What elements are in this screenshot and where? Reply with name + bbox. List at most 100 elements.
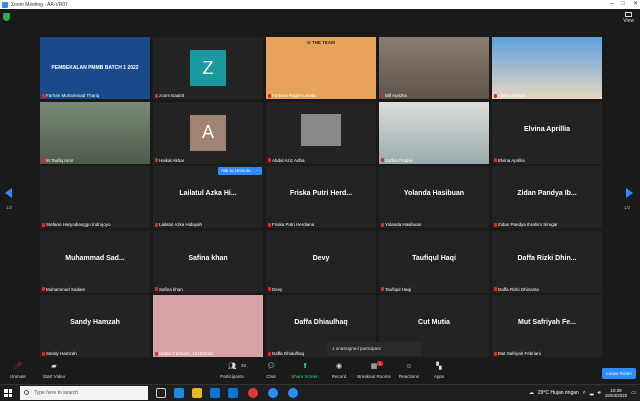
participant-name-text: Stefano Haryodianggo Indrojoyo <box>46 222 111 227</box>
mic-muted-icon <box>381 93 384 98</box>
participant-name-label: Bill Aurizka <box>381 93 407 98</box>
participant-display-name: Daffa Rizki Dhin... <box>517 254 577 262</box>
chrome-icon[interactable] <box>248 388 258 398</box>
participant-tile[interactable]: Stefano Haryodianggo Indrojoyo <box>40 166 150 228</box>
mail-icon[interactable] <box>228 388 238 398</box>
breakout-badge: 1 <box>377 361 383 366</box>
microphone-muted-icon: 🎤︎ <box>13 363 23 370</box>
participant-name-text: Lailatul Azka Hidayah <box>159 222 203 227</box>
taskbar-search-input[interactable]: Type here to search <box>20 386 148 400</box>
participant-tile[interactable]: Friska Putri Herd... Friska Putri Herdian… <box>266 166 376 228</box>
participant-name-text: Haikal Akbar <box>159 157 185 163</box>
start-video-button[interactable]: ▰ Start Video <box>36 363 72 379</box>
network-icon[interactable]: ▂ <box>590 390 594 396</box>
participants-button[interactable]: 👥︎ 32 Participants <box>214 363 250 379</box>
maximize-icon[interactable]: □ <box>621 0 625 9</box>
record-button[interactable]: ◉ Record <box>321 363 357 379</box>
grid-icon <box>625 12 633 17</box>
mic-muted-icon <box>42 351 45 356</box>
participant-name-label: Nabila Farhana_1211001D <box>155 351 213 356</box>
participant-tile[interactable]: Sandy Hamzah Sandy Hamzah <box>40 295 150 357</box>
search-icon <box>24 390 29 395</box>
ask-to-unmute-button[interactable]: Ask to Unmute <box>218 167 254 175</box>
weather-text[interactable]: 29°C Hujan ringan <box>538 390 579 396</box>
participant-tile[interactable]: Elvina Aprillia Elvina Aprillia <box>492 101 602 164</box>
participant-name-label: Taufiqul Haqi <box>381 287 411 292</box>
apps-button[interactable]: ▚ Apps <box>421 363 457 379</box>
participant-tile[interactable]: Safina khan Safina khan <box>153 230 263 293</box>
participant-tile[interactable]: Devy Devy <box>266 230 376 293</box>
participant-tile[interactable]: Jazkia Pratiwi <box>379 101 489 164</box>
participant-name-text: Fortuna Ragil Kumala <box>272 93 316 98</box>
participant-display-name: Devy <box>312 254 330 262</box>
meeting-toolbar: 🎤︎ Unmute ▰ Start Video 👥︎ 32 Participant… <box>0 360 640 384</box>
participant-tile[interactable]: Daffa Rizki Dhin... Daffa Rizki Dhinanta <box>492 230 602 293</box>
participant-name-label: Daffa Rizki Dhinanta <box>494 287 539 292</box>
window-title: Zoom Meeting - AA-VR07 <box>11 1 68 8</box>
participant-name-text: Mut Safriyah Febriani <box>498 351 541 356</box>
participant-name-label: Devy <box>268 287 282 292</box>
leave-room-button[interactable]: Leave Room <box>602 368 636 379</box>
unmute-button[interactable]: 🎤︎ Unmute <box>0 363 36 379</box>
participant-tile[interactable]: PEMBEKALAN PMMB BATCH 1 2022 Farhan Muham… <box>40 37 150 99</box>
participant-video <box>379 37 489 99</box>
taskbar-clock[interactable]: 10:38 15/03/2022 <box>605 388 628 398</box>
mic-muted-icon <box>155 158 158 162</box>
close-icon[interactable]: ✕ <box>633 0 638 9</box>
windows-start-icon[interactable] <box>4 389 12 397</box>
more-options-button[interactable]: ... <box>254 167 262 175</box>
participant-tile[interactable]: Taufiqul Haqi Taufiqul Haqi <box>379 230 489 293</box>
participant-tile[interactable]: Nabila Farhana_1211001D <box>153 295 263 357</box>
participant-tile[interactable]: A Haikal Akbar <box>153 101 263 164</box>
zoom-app-icon <box>2 1 8 8</box>
notification-icon[interactable]: ▭ <box>631 390 636 396</box>
participant-tile[interactable]: Lailatul Azka Hi... Lailatul Azka Hidayah <box>153 166 263 228</box>
task-view-icon[interactable] <box>156 388 166 398</box>
apps-label: Apps <box>433 374 445 379</box>
view-button[interactable]: View <box>623 12 634 24</box>
security-shield-icon[interactable] <box>3 13 10 21</box>
next-page-arrow[interactable] <box>626 188 636 204</box>
participant-name-label: Friska Putri Herdiana <box>268 222 314 227</box>
participant-name-text: Jazkia Pratiwi <box>385 157 413 163</box>
participant-tile[interactable]: Yolanda Hasibuan Yolanda Hasibuan <box>379 166 489 228</box>
prev-page-arrow[interactable] <box>5 188 15 204</box>
store-icon[interactable] <box>210 388 220 398</box>
edge-icon[interactable] <box>174 388 184 398</box>
participant-name-label: Yolanda Hasibuan <box>381 222 421 227</box>
participant-tile[interactable]: Abdul Aziz Adha <box>266 101 376 164</box>
mic-muted-icon <box>381 158 384 162</box>
participant-name-text: Daffa Rizki Dhinanta <box>498 286 539 292</box>
unassigned-participant-notice[interactable]: 1 unassigned participant <box>327 342 422 356</box>
participant-tile[interactable]: Zzoom Eaa04 <box>153 37 263 99</box>
reactions-label: Reactions <box>398 374 419 379</box>
participant-name-label: M.Taufiq Amir <box>42 158 73 163</box>
participant-tile[interactable]: O THE TEAM Fortuna Ragil Kumala <box>266 37 376 99</box>
breakout-rooms-button[interactable]: ▦ 1 Breakout Rooms <box>356 361 392 379</box>
participant-name-text: Devy <box>272 286 283 292</box>
participant-tile[interactable]: Mut Safriyah Fe... Mut Safriyah Febriani <box>492 295 602 357</box>
minimize-icon[interactable]: – <box>610 0 613 9</box>
participant-tile[interactable]: Muhammad Sad... Muhammad Sadam <box>40 230 150 293</box>
participant-name-label: Haikal Akbar <box>155 158 184 163</box>
participant-name-label: Elvina Aprillia <box>494 158 525 163</box>
participant-tile[interactable]: Zidan Pandya Ib... Zidan Pandya Ibrahim S… <box>492 166 602 228</box>
participant-tile[interactable]: Bill Aurizka <box>379 37 489 99</box>
mic-muted-icon <box>42 287 45 291</box>
video-overlay-text: PEMBEKALAN PMMB BATCH 1 2022 <box>51 65 139 71</box>
file-explorer-icon[interactable] <box>192 388 202 398</box>
participant-tile[interactable]: Karina Adinda <box>492 37 602 99</box>
chat-button[interactable]: 💬︎ Chat <box>253 363 289 379</box>
participant-name-text: Daffa Dhiaulhaq <box>272 351 305 356</box>
chat-label: Chat <box>266 374 276 379</box>
participant-video <box>153 295 263 357</box>
share-screen-button[interactable]: ⬆ Share Screen <box>287 363 323 379</box>
chevron-up-icon[interactable]: ˄ <box>583 390 586 396</box>
participant-video <box>40 101 150 164</box>
participant-name-text: Nabila Farhana_1211001D <box>159 351 213 356</box>
volume-icon[interactable]: 🔊︎ <box>598 390 601 396</box>
zoom-taskbar-icon[interactable] <box>268 388 278 398</box>
participant-tile[interactable]: M.Taufiq Amir <box>40 101 150 164</box>
mic-muted-icon <box>155 287 158 291</box>
zoom-meeting-taskbar-icon[interactable] <box>288 388 298 398</box>
